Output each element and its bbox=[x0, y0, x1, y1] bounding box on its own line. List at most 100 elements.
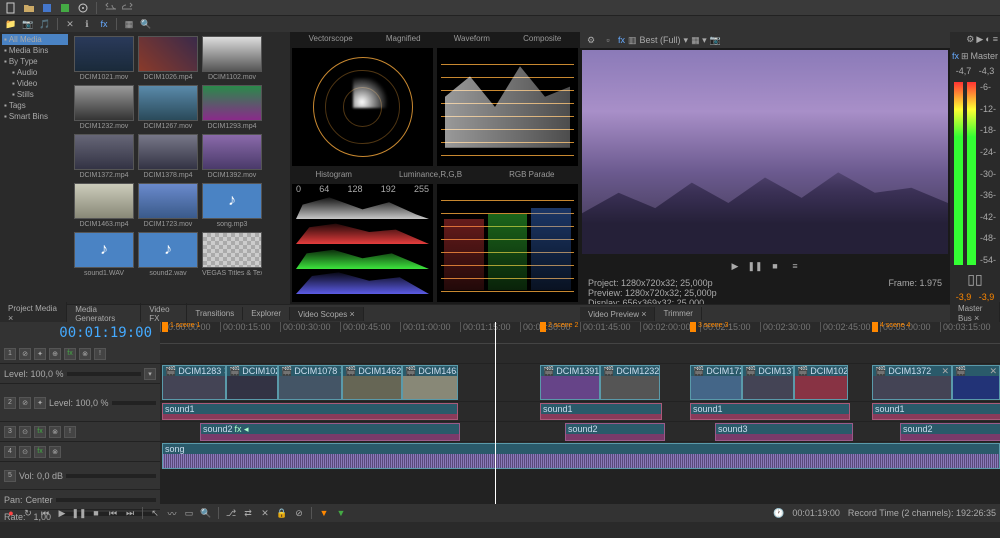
media-item[interactable]: VEGAS Titles & Text abstract bbox=[202, 232, 262, 277]
audio-clip[interactable]: sound2 fx ◂ bbox=[200, 423, 460, 441]
video-clip[interactable]: 🎬DCIM1722✕ bbox=[690, 365, 742, 400]
media-item[interactable]: DCIM1232.mov bbox=[74, 85, 134, 130]
meter-play-icon[interactable]: ▶ bbox=[976, 34, 983, 46]
waveform-label[interactable]: Waveform bbox=[454, 34, 490, 44]
remove-icon[interactable]: ✕ bbox=[63, 17, 77, 31]
video-clip[interactable]: 🎬DCIM1391✕ bbox=[540, 365, 600, 400]
redo-icon[interactable] bbox=[121, 1, 135, 15]
gear-icon[interactable]: ⚙ bbox=[966, 34, 974, 46]
audio-track-1[interactable]: sound1sound1sound1sound1 bbox=[160, 402, 1000, 422]
audio-track-3[interactable]: song bbox=[160, 442, 1000, 470]
media-item[interactable]: DCIM1378.mp4 bbox=[138, 134, 198, 179]
magnified-label[interactable]: Magnified bbox=[386, 34, 421, 44]
media-item[interactable]: DCIM1021.mov bbox=[74, 36, 134, 81]
search-icon[interactable]: 🔍 bbox=[139, 17, 153, 31]
marker[interactable] bbox=[872, 322, 878, 332]
video-track-1[interactable] bbox=[160, 344, 1000, 364]
bypass-fx-icon[interactable]: ⊘ bbox=[19, 397, 31, 409]
downmix-icon[interactable]: ≡ bbox=[993, 34, 998, 46]
pan-slider[interactable] bbox=[56, 498, 156, 502]
media-item[interactable]: ♪sound2.wav bbox=[138, 232, 198, 277]
marker[interactable] bbox=[162, 322, 168, 332]
track-number[interactable]: 3 bbox=[4, 426, 16, 438]
media-item[interactable]: DCIM1026.mp4 bbox=[138, 36, 198, 81]
video-clip[interactable]: 🎬DCIM1372✕ bbox=[872, 365, 952, 400]
save-icon[interactable] bbox=[40, 1, 54, 15]
tab[interactable]: Trimmer bbox=[655, 307, 701, 320]
close-icon[interactable]: × bbox=[349, 309, 354, 319]
marker[interactable] bbox=[690, 322, 696, 332]
snap-icon[interactable]: ⎇ bbox=[224, 506, 238, 520]
video-track-2[interactable]: 🎬DCIM1283✕🎬DCIM1021✕🎬DCIM1078✕🎬DCIM1462✕… bbox=[160, 364, 1000, 402]
mute-icon[interactable]: ⊗ bbox=[49, 446, 61, 458]
tree-item[interactable]: ▪Tags bbox=[2, 100, 68, 111]
tree-item[interactable]: ▪Stills bbox=[2, 89, 68, 100]
dim-icon[interactable]: ◐ bbox=[985, 34, 990, 46]
media-item[interactable]: DCIM1463.mp4 bbox=[74, 183, 134, 228]
histogram-label[interactable]: Histogram bbox=[316, 170, 352, 180]
capture-icon[interactable]: 📷 bbox=[21, 17, 35, 31]
snapshot-icon[interactable]: 📷 bbox=[710, 35, 721, 46]
video-clip[interactable]: 🎬DCIM1463✕ bbox=[402, 365, 458, 400]
vectorscope-label[interactable]: Vectorscope bbox=[309, 34, 353, 44]
mute-icon[interactable]: ⊗ bbox=[79, 348, 91, 360]
auto-crossfade-icon[interactable]: ✕ bbox=[258, 506, 272, 520]
track-number[interactable]: 2 bbox=[4, 397, 16, 409]
video-clip[interactable]: 🎬✕ bbox=[952, 365, 1000, 400]
video-clip[interactable]: 🎬DCIM1462✕ bbox=[342, 365, 402, 400]
gear-icon[interactable]: ⚙ bbox=[584, 33, 598, 47]
track-number[interactable]: 1 bbox=[4, 348, 16, 360]
tree-item[interactable]: ▪By Type bbox=[2, 56, 68, 67]
arm-icon[interactable]: ⊙ bbox=[19, 426, 31, 438]
preview-fx-icon[interactable]: fx bbox=[618, 35, 625, 45]
video-clip[interactable]: 🎬DCIM1078✕ bbox=[278, 365, 342, 400]
split-icon[interactable]: ▥ bbox=[628, 35, 637, 46]
new-icon[interactable] bbox=[4, 1, 18, 15]
timeline[interactable]: 00:00:00:0000:00:15:0000:00:30:0000:00:4… bbox=[160, 322, 1000, 504]
media-item[interactable]: DCIM1723.mov bbox=[138, 183, 198, 228]
audio-clip[interactable]: song bbox=[162, 443, 1000, 469]
arm-icon[interactable]: ⊙ bbox=[19, 446, 31, 458]
automation-icon[interactable]: ⊕ bbox=[49, 348, 61, 360]
normal-edit-icon[interactable]: ↖ bbox=[148, 506, 162, 520]
track-number[interactable]: 5 bbox=[4, 470, 16, 482]
audio-clip[interactable]: sound1 bbox=[872, 403, 1000, 420]
go-end-icon[interactable]: ⏭ bbox=[123, 506, 137, 520]
tree-item[interactable]: ▪Media Bins bbox=[2, 45, 68, 56]
fx-icon[interactable]: fx bbox=[34, 446, 46, 458]
marker-icon[interactable]: ▼ bbox=[317, 506, 331, 520]
bypass-fx-icon[interactable]: ⊘ bbox=[19, 348, 31, 360]
auto-ripple-icon[interactable]: ⇄ bbox=[241, 506, 255, 520]
stop-icon[interactable]: ■ bbox=[768, 259, 782, 273]
playhead[interactable] bbox=[495, 322, 496, 504]
tab[interactable]: Video Preview × bbox=[580, 307, 655, 321]
open-icon[interactable] bbox=[22, 1, 36, 15]
master-fx-icon[interactable]: fx bbox=[952, 51, 959, 61]
solo-icon[interactable]: ! bbox=[64, 426, 76, 438]
fx-icon[interactable]: fx bbox=[34, 426, 46, 438]
rgbparade-label[interactable]: RGB Parade bbox=[509, 170, 554, 180]
menu-icon[interactable]: ≡ bbox=[788, 259, 802, 273]
tree-item[interactable]: ▪Video bbox=[2, 78, 68, 89]
media-item[interactable]: DCIM1102.mov bbox=[202, 36, 262, 81]
get-media-icon[interactable]: 🎵 bbox=[38, 17, 52, 31]
render-icon[interactable] bbox=[58, 1, 72, 15]
track-number[interactable]: 4 bbox=[4, 446, 16, 458]
envelope-icon[interactable]: 〰 bbox=[165, 506, 179, 520]
properties-icon[interactable] bbox=[76, 1, 90, 15]
undo-icon[interactable] bbox=[103, 1, 117, 15]
media-item[interactable]: DCIM1372.mp4 bbox=[74, 134, 134, 179]
marker[interactable] bbox=[540, 322, 546, 332]
play-icon[interactable]: ▶ bbox=[55, 506, 69, 520]
master-insert-icon[interactable]: ⊞ bbox=[961, 51, 969, 62]
views-icon[interactable]: ▦ bbox=[122, 17, 136, 31]
close-icon[interactable]: × bbox=[641, 309, 646, 319]
fader-icon[interactable]: ▯▯ bbox=[967, 271, 982, 288]
external-icon[interactable]: ▫ bbox=[601, 33, 615, 47]
video-clip[interactable]: 🎬DCIM1232✕ bbox=[600, 365, 660, 400]
audio-clip[interactable]: sound2 bbox=[565, 423, 665, 441]
vol-slider[interactable] bbox=[66, 474, 156, 478]
tree-item[interactable]: ▪Audio bbox=[2, 67, 68, 78]
audio-clip[interactable]: sound1 bbox=[162, 403, 458, 420]
media-item[interactable]: DCIM1293.mp4 bbox=[202, 85, 262, 130]
